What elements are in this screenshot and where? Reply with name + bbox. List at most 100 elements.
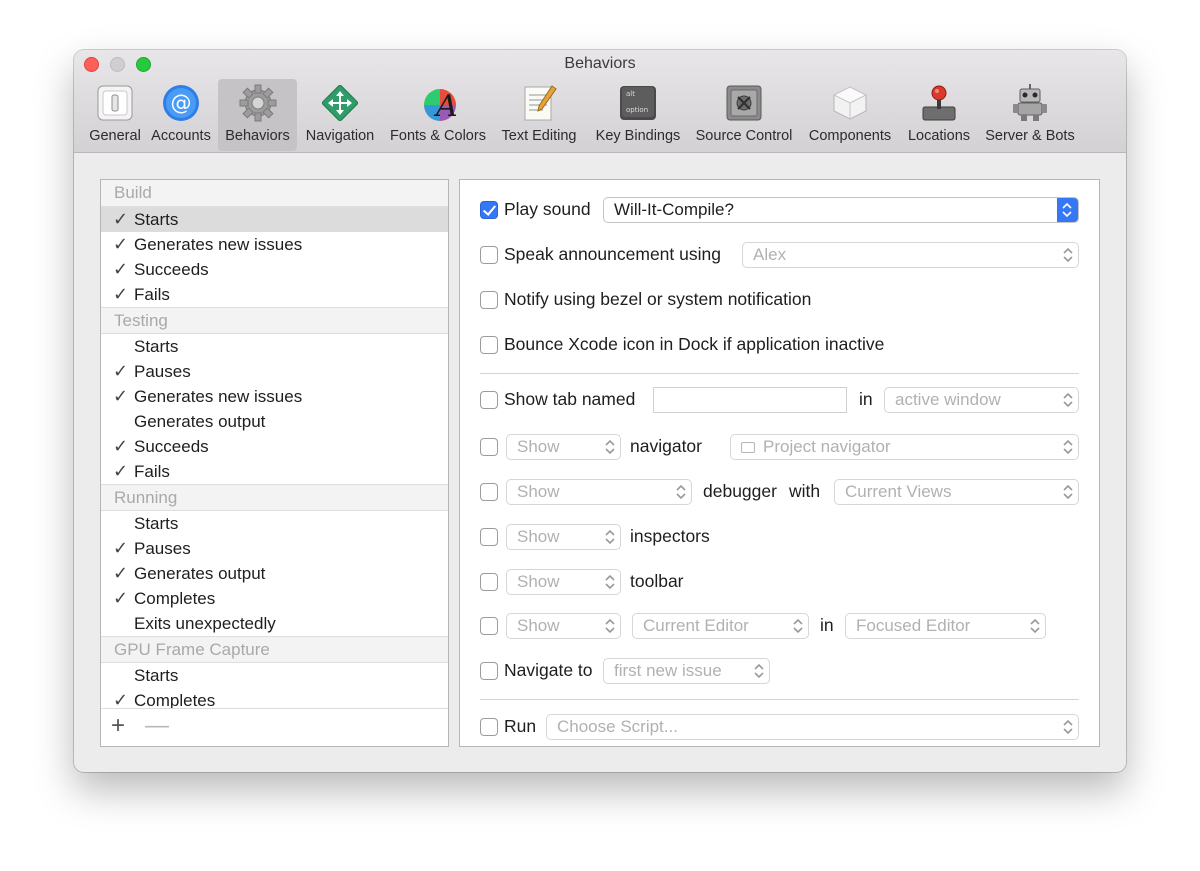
events-list[interactable]: Build ✓ Starts ✓ Generates new issues ✓ Suc… xyxy=(101,180,448,708)
chevron-updown-icon xyxy=(1063,484,1073,500)
checkmark-icon: ✓ xyxy=(113,690,129,708)
event-running-generates-output[interactable]: ✓ Generates output xyxy=(101,561,448,586)
event-testing-pauses[interactable]: ✓ Pauses xyxy=(101,359,448,384)
run-checkbox[interactable] xyxy=(480,718,498,736)
event-testing-fails[interactable]: ✓ Fails xyxy=(101,459,448,484)
folder-icon xyxy=(741,442,755,453)
event-running-pauses[interactable]: ✓ Pauses xyxy=(101,536,448,561)
editor-select[interactable]: Current Editor xyxy=(632,613,809,639)
inspectors-mode-select[interactable]: Show xyxy=(506,524,621,550)
toolbar-label: toolbar xyxy=(630,571,684,591)
navigator-select[interactable]: Project navigator xyxy=(730,434,1079,460)
script-select-value: Choose Script... xyxy=(557,717,678,736)
event-build-generates-new-issues[interactable]: ✓ Generates new issues xyxy=(101,232,448,257)
toolbar-tab-label: Navigation xyxy=(305,128,375,144)
group-header-build: Build xyxy=(101,180,448,207)
navigate-select[interactable]: first new issue xyxy=(603,658,770,684)
event-running-completes[interactable]: ✓ Completes xyxy=(101,586,448,611)
event-gpu-starts[interactable]: Starts xyxy=(101,663,448,688)
sound-select[interactable]: Will-It-Compile? xyxy=(603,197,1079,223)
toolbar-tab-components[interactable]: Components xyxy=(802,79,898,151)
chevron-updown-icon xyxy=(605,529,615,545)
chevron-updown-icon xyxy=(793,618,803,634)
event-gpu-completes[interactable]: ✓ Completes xyxy=(101,688,448,708)
event-running-starts[interactable]: Starts xyxy=(101,511,448,536)
debugger-mode-value: Show xyxy=(517,482,560,501)
event-testing-starts[interactable]: Starts xyxy=(101,334,448,359)
debugger-mode-select[interactable]: Show xyxy=(506,479,692,505)
event-testing-generates-new-issues[interactable]: ✓ Generates new issues xyxy=(101,384,448,409)
run-label: Run xyxy=(504,716,537,736)
toolbar-mode-select[interactable]: Show xyxy=(506,569,621,595)
debugger-views-select[interactable]: Current Views xyxy=(834,479,1079,505)
font-color-wheel-icon: A xyxy=(424,89,458,123)
svg-text:A: A xyxy=(433,89,458,123)
event-running-exits-unexpectedly[interactable]: Exits unexpectedly xyxy=(101,611,448,636)
at-sign-icon: @ xyxy=(163,85,199,121)
remove-behavior-button[interactable]: — xyxy=(145,712,169,740)
event-testing-succeeds[interactable]: ✓ Succeeds xyxy=(101,434,448,459)
toolbar-tab-server-bots[interactable]: Server & Bots xyxy=(980,79,1080,151)
checkmark-icon: ✓ xyxy=(113,234,129,254)
keyboard-key-icon: alt option xyxy=(620,86,656,120)
debugger-views-value: Current Views xyxy=(845,482,952,501)
speak-label: Speak announcement using xyxy=(504,244,721,264)
checkmark-icon: ✓ xyxy=(113,386,129,406)
event-label: Completes xyxy=(134,589,216,608)
editor-mode-select[interactable]: Show xyxy=(506,613,621,639)
editor-in-label: in xyxy=(820,615,834,635)
bounce-checkbox[interactable] xyxy=(480,336,498,354)
add-behavior-button[interactable]: + xyxy=(111,712,125,740)
voice-select[interactable]: Alex xyxy=(742,242,1079,268)
inspectors-checkbox[interactable] xyxy=(480,528,498,546)
event-testing-generates-output[interactable]: Generates output xyxy=(101,409,448,434)
chevron-updown-icon xyxy=(676,484,686,500)
joystick-icon xyxy=(922,85,956,121)
toolbar-tab-source-control[interactable]: Source Control xyxy=(690,79,798,151)
script-select[interactable]: Choose Script... xyxy=(546,714,1079,740)
toolbar-tab-label: Server & Bots xyxy=(985,128,1075,144)
event-build-fails[interactable]: ✓ Fails xyxy=(101,282,448,307)
toolbar-tab-navigation[interactable]: Navigation xyxy=(300,79,380,151)
toolbar-tab-accounts[interactable]: @ Accounts xyxy=(146,79,216,151)
chevron-updown-icon xyxy=(1063,719,1073,735)
safe-icon xyxy=(726,85,762,121)
notify-checkbox[interactable] xyxy=(480,291,498,309)
toolbar-tab-fonts-colors[interactable]: A Fonts & Colors xyxy=(384,79,492,151)
toolbar-tab-text-editing[interactable]: Text Editing xyxy=(496,79,582,151)
group-header-running: Running xyxy=(101,484,448,511)
toolbar-tab-behaviors[interactable]: Behaviors xyxy=(218,79,297,151)
tab-window-select[interactable]: active window xyxy=(884,387,1079,413)
chevron-updown-icon xyxy=(1063,247,1073,263)
play-sound-checkbox[interactable] xyxy=(480,201,498,219)
toolbar-tab-key-bindings[interactable]: alt option Key Bindings xyxy=(588,79,688,151)
event-label: Generates new issues xyxy=(134,235,303,254)
editor-checkbox[interactable] xyxy=(480,617,498,635)
group-header-gpu-frame-capture: GPU Frame Capture xyxy=(101,636,448,663)
event-build-succeeds[interactable]: ✓ Succeeds xyxy=(101,257,448,282)
show-tab-checkbox[interactable] xyxy=(480,391,498,409)
toolbar-tab-locations[interactable]: Locations xyxy=(902,79,976,151)
navigator-checkbox[interactable] xyxy=(480,438,498,456)
event-label: Fails xyxy=(134,285,170,304)
editor-target-select[interactable]: Focused Editor xyxy=(845,613,1046,639)
editor-target-value: Focused Editor xyxy=(856,616,971,635)
section-divider xyxy=(480,699,1079,700)
tab-name-input[interactable] xyxy=(653,387,847,413)
event-label: Generates output xyxy=(134,564,266,583)
navigator-mode-select[interactable]: Show xyxy=(506,434,621,460)
checkmark-icon: ✓ xyxy=(113,588,129,608)
bounce-label: Bounce Xcode icon in Dock if application… xyxy=(504,334,885,354)
event-label: Generates output xyxy=(134,412,266,431)
event-build-starts[interactable]: ✓ Starts xyxy=(101,207,448,232)
event-label: Exits unexpectedly xyxy=(134,614,276,633)
event-label: Succeeds xyxy=(134,260,209,279)
debugger-checkbox[interactable] xyxy=(480,483,498,501)
toolbar-checkbox[interactable] xyxy=(480,573,498,591)
checkmark-icon: ✓ xyxy=(113,461,129,481)
navigate-checkbox[interactable] xyxy=(480,662,498,680)
speak-checkbox[interactable] xyxy=(480,246,498,264)
chevron-updown-icon xyxy=(1063,439,1073,455)
chevron-updown-icon xyxy=(1062,202,1072,218)
toolbar-tab-general[interactable]: General xyxy=(80,79,150,151)
